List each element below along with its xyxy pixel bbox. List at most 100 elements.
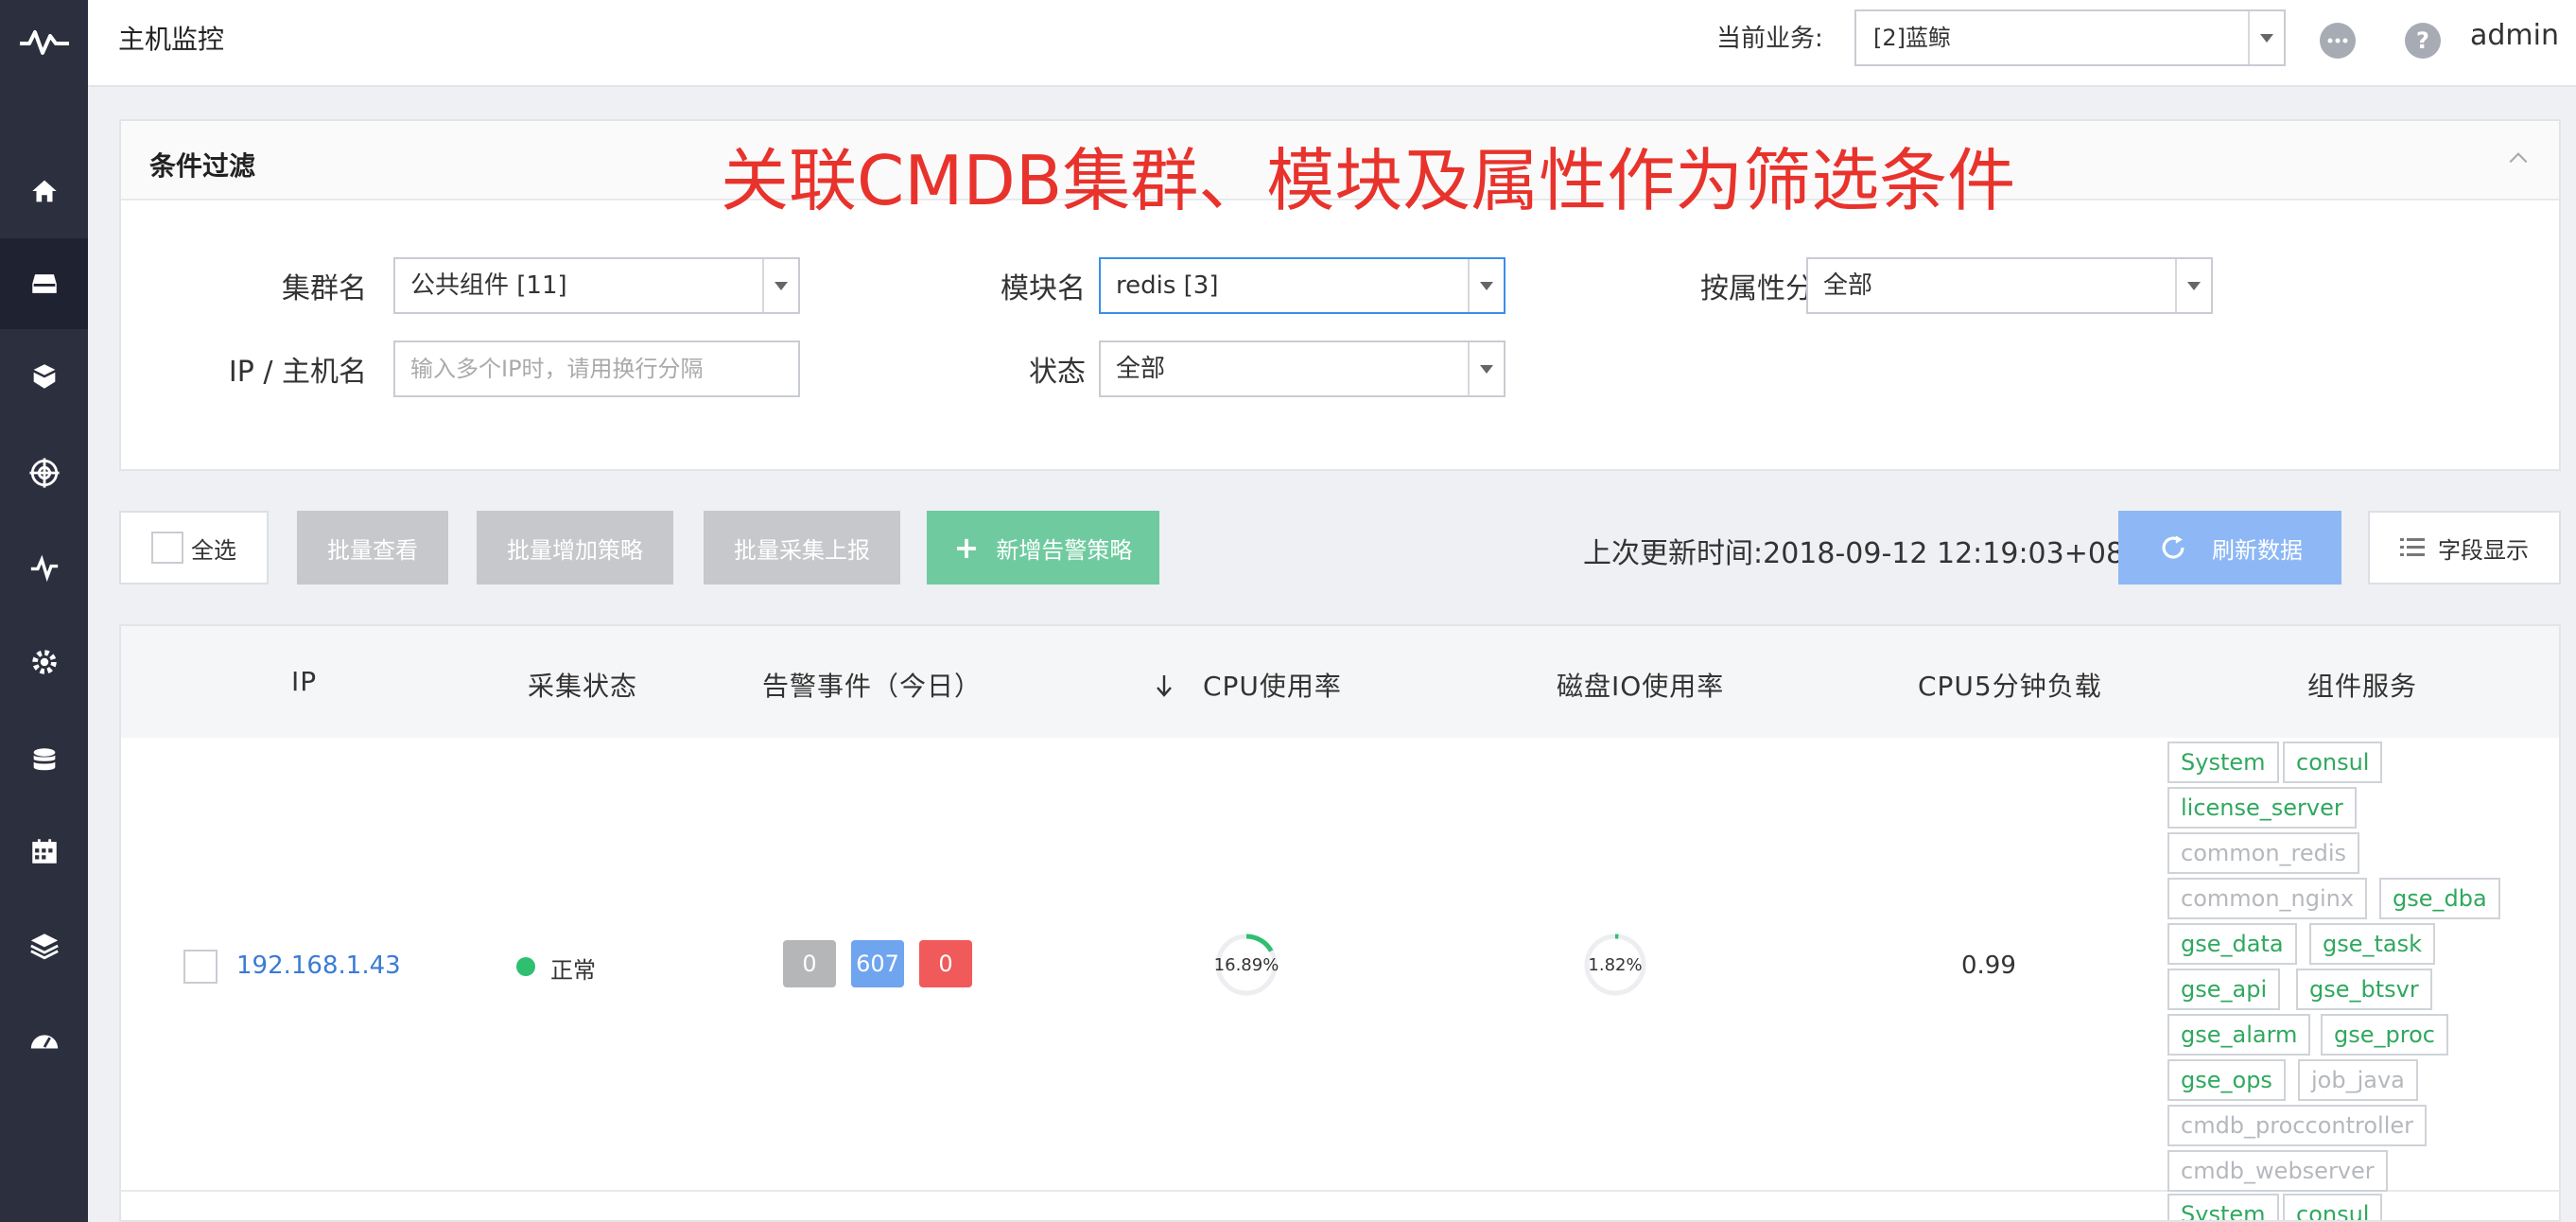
- service-tag[interactable]: gse_task: [2309, 923, 2436, 965]
- dashboard-icon: [30, 1035, 58, 1049]
- package-icon: [33, 364, 55, 389]
- chevron-up-icon[interactable]: [2506, 146, 2531, 170]
- th-cpu-load[interactable]: CPU5分钟负载: [1918, 666, 2102, 704]
- sidebar-item-layers[interactable]: [0, 900, 88, 991]
- plus-icon: +: [953, 530, 980, 566]
- refresh-icon: [2162, 535, 2184, 559]
- sidebar-item-database[interactable]: [0, 715, 88, 806]
- select-all-checkbox[interactable]: [151, 532, 183, 564]
- filter-title: 条件过滤: [149, 150, 256, 182]
- service-tag[interactable]: common_redis: [2167, 832, 2360, 874]
- status-label: 状态: [1029, 356, 1086, 389]
- status-text: 正常: [550, 957, 596, 984]
- th-collect-status[interactable]: 采集状态: [528, 666, 637, 704]
- sidebar-item-target[interactable]: [0, 428, 88, 518]
- service-tag[interactable]: gse_api: [2167, 969, 2281, 1010]
- attr-group-select[interactable]: 全部: [1806, 257, 2213, 314]
- sidebar-item-calendar[interactable]: [0, 806, 88, 897]
- filter-panel: 条件过滤 关联CMDB集群、模块及属性作为筛选条件 集群名 公共组件 [11] …: [119, 119, 2561, 471]
- cluster-select[interactable]: 公共组件 [11]: [393, 257, 800, 314]
- sort-down-icon[interactable]: [1154, 672, 1175, 700]
- alarm-badge-fatal[interactable]: 0: [783, 940, 836, 987]
- chevron-down-icon: [1468, 342, 1504, 395]
- refresh-button[interactable]: 刷新数据: [2118, 511, 2341, 585]
- status-select-value: 全部: [1116, 355, 1166, 383]
- service-tag[interactable]: gse_alarm: [2167, 1014, 2311, 1056]
- service-tag[interactable]: gse_ops: [2167, 1059, 2286, 1101]
- help-icon[interactable]: ?: [2405, 23, 2441, 59]
- calendar-icon: [31, 839, 57, 864]
- sidebar: [0, 0, 88, 1222]
- attr-group-select-value: 全部: [1823, 271, 1873, 300]
- business-select[interactable]: [2]蓝鲸: [1854, 9, 2286, 66]
- row-checkbox[interactable]: [183, 950, 218, 984]
- service-tag[interactable]: license_server: [2167, 787, 2357, 829]
- service-tag[interactable]: gse_dba: [2379, 878, 2500, 919]
- page-title: 主机监控: [118, 24, 225, 55]
- add-alarm-policy-button[interactable]: + 新增告警策略: [927, 511, 1159, 585]
- layers-icon: [29, 934, 59, 960]
- gear-icon: [31, 650, 57, 674]
- refresh-label: 刷新数据: [2212, 536, 2303, 564]
- host-ip-link[interactable]: 192.168.1.43: [236, 951, 401, 980]
- ip-input[interactable]: [393, 340, 800, 397]
- th-disk-io[interactable]: 磁盘IO使用率: [1557, 666, 1724, 704]
- field-display-label: 字段显示: [2438, 536, 2529, 564]
- add-alarm-policy-label: 新增告警策略: [996, 536, 1133, 564]
- service-tag[interactable]: common_nginx: [2167, 878, 2368, 919]
- status-select[interactable]: 全部: [1099, 340, 1506, 397]
- batch-view-button[interactable]: 批量查看: [297, 511, 448, 585]
- host-table: IP 采集状态 告警事件（今日） CPU使用率 磁盘IO使用率 CPU5分钟负载…: [119, 624, 2561, 1222]
- cluster-select-value: 公共组件 [11]: [410, 271, 567, 300]
- sidebar-item-dashboard[interactable]: [0, 995, 88, 1086]
- service-tag[interactable]: cmdb_proccontroller: [2167, 1105, 2427, 1146]
- top-bar: 主机监控 当前业务: [2]蓝鲸 ? admin: [88, 0, 2576, 87]
- chevron-down-icon: [1468, 259, 1504, 312]
- target-icon: [28, 458, 60, 488]
- chevron-down-icon: [762, 259, 798, 312]
- business-select-value: [2]蓝鲸: [1873, 25, 1951, 51]
- service-tag[interactable]: System: [2167, 1194, 2279, 1220]
- th-services: 组件服务: [2307, 671, 2418, 702]
- service-tag[interactable]: cmdb_webserver: [2167, 1150, 2388, 1192]
- table-row[interactable]: 192.168.1.43 正常 0 607 0 16.89% 1.82% 0.9…: [121, 738, 2559, 1192]
- service-tag[interactable]: consul: [2283, 742, 2383, 783]
- more-icon[interactable]: [2320, 23, 2356, 59]
- service-tag[interactable]: gse_proc: [2321, 1014, 2448, 1056]
- sidebar-item-settings[interactable]: [0, 617, 88, 707]
- service-tag[interactable]: job_java: [2298, 1059, 2418, 1101]
- alarm-badge-warning[interactable]: 607: [851, 940, 904, 987]
- app-logo[interactable]: [0, 0, 88, 83]
- select-all-button[interactable]: 全选: [119, 511, 269, 585]
- table-row[interactable]: System consul: [121, 1194, 2559, 1220]
- sidebar-item-package[interactable]: [0, 331, 88, 422]
- service-tag[interactable]: gse_data: [2167, 923, 2297, 965]
- pulse-icon: [30, 554, 58, 583]
- database-icon: [33, 748, 55, 771]
- annotation-text: 关联CMDB集群、模块及属性作为筛选条件: [721, 141, 2016, 220]
- service-tags: System consul license_server common_redis co…: [2167, 738, 2555, 1192]
- module-select-value: redis [3]: [1116, 271, 1219, 300]
- filter-header[interactable]: 条件过滤 关联CMDB集群、模块及属性作为筛选条件: [121, 121, 2559, 220]
- last-update-time: 上次更新时间:2018-09-12 12:19:03+0800: [1583, 537, 2161, 570]
- th-cpu-usage[interactable]: CPU使用率: [1203, 666, 1342, 704]
- batch-collect-button[interactable]: 批量采集上报: [704, 511, 900, 585]
- alarm-badge-error[interactable]: 0: [919, 940, 972, 987]
- sidebar-item-pulse[interactable]: [0, 522, 88, 613]
- user-name[interactable]: admin: [2470, 19, 2559, 52]
- module-select[interactable]: redis [3]: [1099, 257, 1506, 314]
- cpu-load-value: 0.99: [1961, 951, 2016, 980]
- batch-add-policy-button[interactable]: 批量增加策略: [477, 511, 673, 585]
- business-label: 当前业务:: [1716, 25, 1823, 53]
- cpu-usage-value: 16.89%: [1213, 955, 1279, 975]
- sidebar-item-host-monitor[interactable]: [0, 238, 88, 329]
- th-alarm-events[interactable]: 告警事件（今日）: [762, 666, 982, 704]
- home-icon: [31, 180, 57, 202]
- service-tag[interactable]: consul: [2283, 1194, 2383, 1220]
- field-display-button[interactable]: 字段显示: [2368, 511, 2561, 585]
- service-tag[interactable]: System: [2167, 742, 2279, 783]
- service-tag[interactable]: gse_btsvr: [2296, 969, 2432, 1010]
- sidebar-item-home[interactable]: [0, 146, 88, 236]
- th-ip[interactable]: IP: [291, 666, 317, 697]
- ip-label: IP / 主机名: [228, 356, 367, 389]
